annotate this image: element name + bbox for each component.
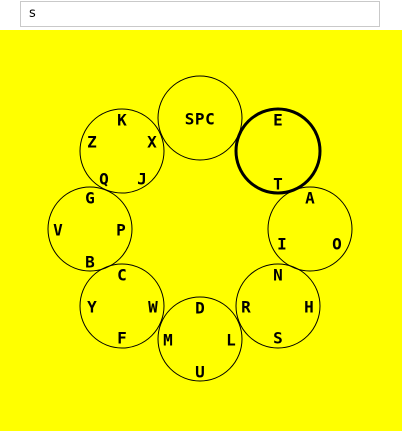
key-p[interactable]: P <box>116 221 126 240</box>
key-q[interactable]: Q <box>99 170 109 189</box>
key-s[interactable]: S <box>273 329 283 348</box>
circle-spc[interactable]: SPC <box>157 75 243 161</box>
top-bar: s <box>0 0 402 30</box>
key-f[interactable]: F <box>117 329 127 348</box>
key-e[interactable]: E <box>273 111 283 130</box>
circle-g-v-p-b[interactable]: G V P B <box>47 186 133 272</box>
key-g[interactable]: G <box>85 189 95 208</box>
circle-c-y-w-f[interactable]: C Y W F <box>79 263 165 349</box>
circle-k-z-x-q-j[interactable]: K Z X Q J <box>79 108 165 194</box>
key-spc[interactable]: SPC <box>185 110 215 129</box>
key-n[interactable]: N <box>273 266 283 285</box>
key-i[interactable]: I <box>277 235 287 254</box>
key-a[interactable]: A <box>305 189 315 208</box>
key-y[interactable]: Y <box>87 298 97 317</box>
key-c[interactable]: C <box>117 266 127 285</box>
key-b[interactable]: B <box>85 253 95 272</box>
key-m[interactable]: M <box>163 331 173 350</box>
key-w[interactable]: W <box>148 298 158 317</box>
circle-e-t[interactable]: ET <box>234 107 322 195</box>
key-x[interactable]: X <box>147 133 157 152</box>
key-l[interactable]: L <box>226 331 236 350</box>
key-h[interactable]: H <box>304 298 314 317</box>
key-j[interactable]: J <box>137 170 147 189</box>
key-t[interactable]: T <box>273 175 283 194</box>
key-z[interactable]: Z <box>87 133 97 152</box>
letter-wheel[interactable]: SPC ETAI ONR HSDM LUCY WFGV PBKZ XQ J <box>0 30 402 431</box>
keyboard-canvas[interactable]: SPC E T A I O N R H S D M L U C Y W F G V P B K Z X Q J <box>0 30 402 431</box>
text-input[interactable]: s <box>20 1 380 27</box>
key-v[interactable]: V <box>53 221 63 240</box>
key-u[interactable]: U <box>195 363 205 382</box>
key-o[interactable]: O <box>332 235 342 254</box>
circle-n-r-h-s[interactable]: N R H S <box>235 263 321 349</box>
key-d[interactable]: D <box>195 299 205 318</box>
key-r[interactable]: R <box>241 298 251 317</box>
circle-a-i-o[interactable]: A I O <box>267 186 353 272</box>
circle-d-m-l-u[interactable]: D M L U <box>157 296 243 382</box>
key-k[interactable]: K <box>117 111 127 130</box>
